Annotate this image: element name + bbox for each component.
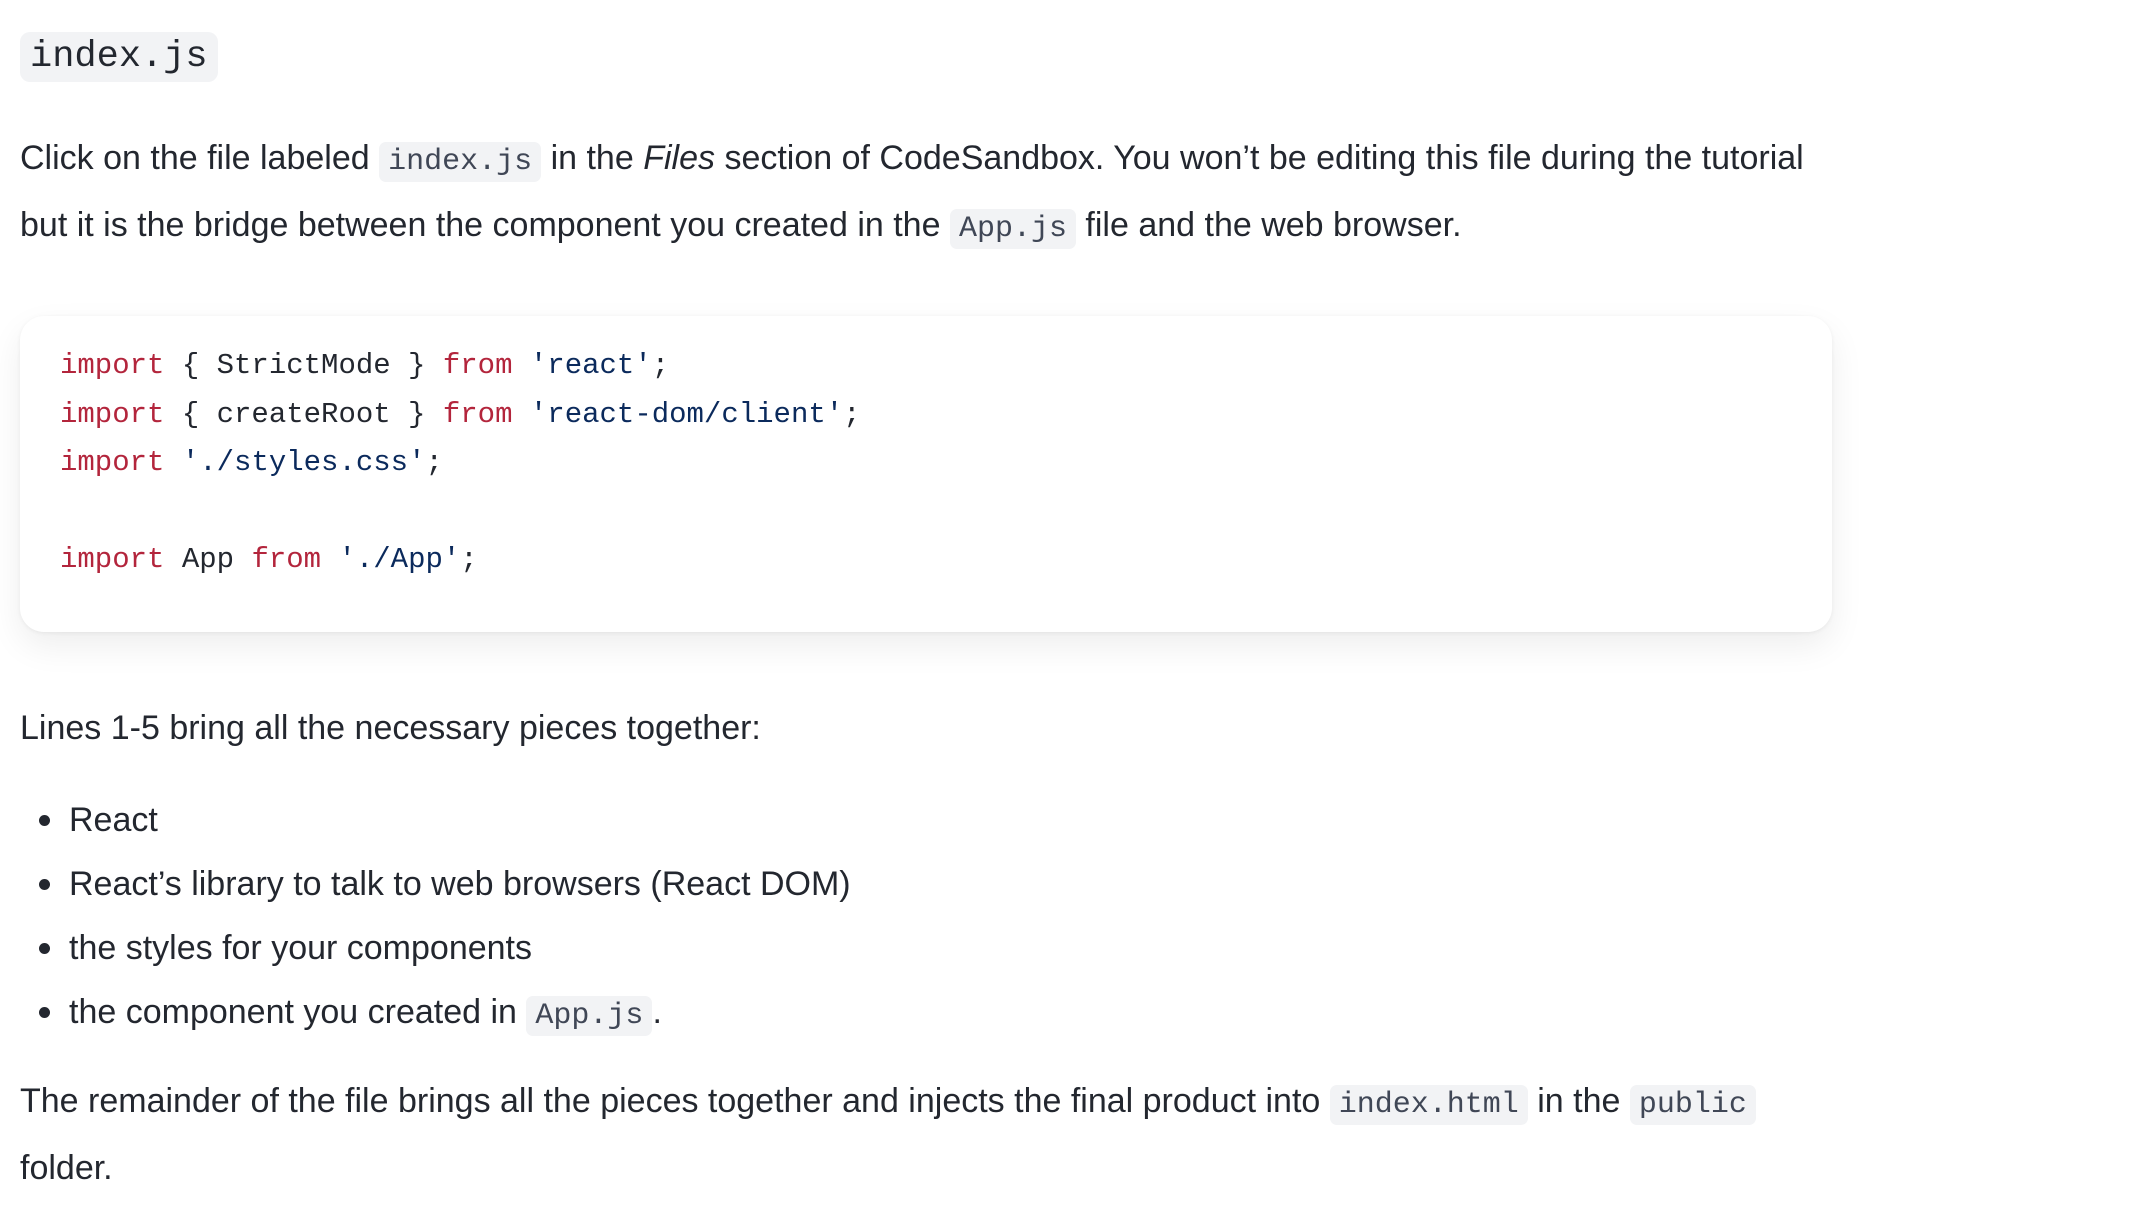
code-text: App xyxy=(164,543,252,576)
list-item-text: the component you created in xyxy=(69,993,527,1031)
list-item-text: the styles for your components xyxy=(69,929,533,967)
bullet-icon xyxy=(39,815,50,826)
outro-text: in the xyxy=(1527,1082,1630,1120)
code-line: import { StrictMode } from 'react'; xyxy=(60,342,1792,391)
code-keyword: from xyxy=(442,397,513,431)
bullet-icon xyxy=(39,943,50,954)
outro-text: folder. xyxy=(20,1149,113,1187)
code-keyword: import xyxy=(60,543,165,576)
code-keyword: import xyxy=(60,446,165,479)
list-item-text: React xyxy=(69,801,158,839)
code-text: ; xyxy=(460,543,478,576)
code-keyword: from xyxy=(251,543,322,576)
inline-code-app-js: App.js xyxy=(949,209,1076,249)
section-heading: index.js xyxy=(20,32,218,82)
code-keyword: import xyxy=(60,397,165,431)
inline-code-public: public xyxy=(1629,1085,1756,1125)
bullet-icon xyxy=(39,1007,50,1018)
pieces-list: React React’s library to talk to web bro… xyxy=(20,788,1420,1044)
list-item-text: . xyxy=(652,993,662,1031)
intro-text: file and the web browser. xyxy=(1075,206,1462,244)
code-text: { createRoot } xyxy=(164,397,443,431)
code-text: { StrictMode } xyxy=(164,349,443,382)
intro-text: Click on the file labeled xyxy=(20,139,380,177)
list-item: React xyxy=(20,788,1420,852)
code-text: ; xyxy=(425,446,443,479)
code-keyword: from xyxy=(442,349,513,382)
code-text: ; xyxy=(843,397,861,431)
lines-paragraph: Lines 1-5 bring all the necessary pieces… xyxy=(20,709,761,747)
inline-code-index-js: index.js xyxy=(379,142,542,182)
code-string: 'react-dom/client' xyxy=(529,397,844,431)
intro-text: in the xyxy=(541,139,644,177)
code-keyword: import xyxy=(60,349,165,382)
inline-code-app-js: App.js xyxy=(526,996,653,1036)
outro-paragraph: The remainder of the file brings all the… xyxy=(20,1070,1840,1200)
intro-paragraph: Click on the file labeled index.js in th… xyxy=(20,127,1840,261)
code-string: './App' xyxy=(338,543,461,576)
code-text: ; xyxy=(651,349,670,382)
list-item-text: React’s library to talk to web browsers … xyxy=(69,865,851,903)
list-item: the styles for your components xyxy=(20,916,1420,980)
outro-text: The remainder of the file brings all the… xyxy=(20,1082,1330,1120)
list-item: React’s library to talk to web browsers … xyxy=(20,852,1420,916)
bullet-icon xyxy=(39,879,50,890)
code-line: import App from './App'; xyxy=(60,536,1792,585)
list-item: the component you created in App.js. xyxy=(20,980,1420,1044)
code-line: import './styles.css'; xyxy=(60,439,1792,488)
code-string: 'react' xyxy=(529,349,652,382)
code-block: import { StrictMode } from 'react'; impo… xyxy=(20,316,1832,632)
code-line: import { createRoot } from 'react-dom/cl… xyxy=(60,391,1792,440)
code-string: './styles.css' xyxy=(181,446,426,479)
inline-code-index-html: index.html xyxy=(1329,1085,1528,1125)
files-emphasis: Files xyxy=(643,139,715,177)
